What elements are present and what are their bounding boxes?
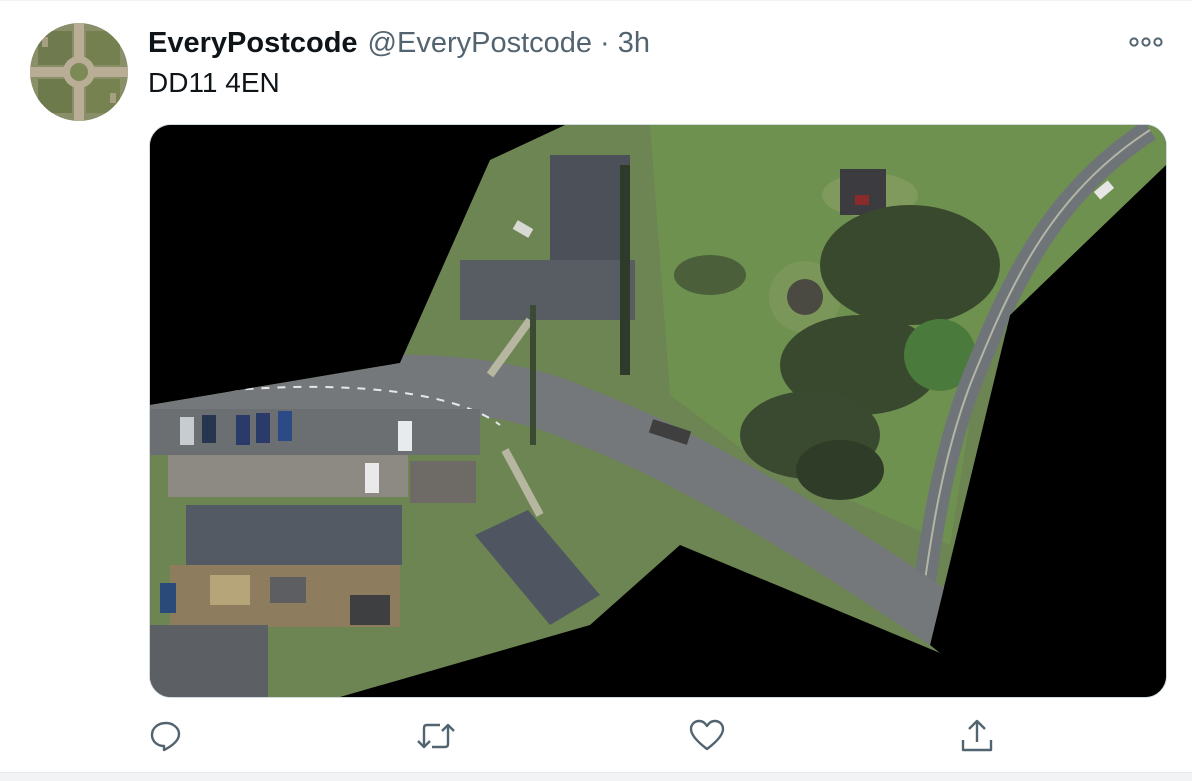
separator-dot: · xyxy=(600,26,610,59)
reply-icon xyxy=(150,721,181,752)
display-name[interactable]: EveryPostcode xyxy=(148,27,358,60)
retweet-button[interactable] xyxy=(414,714,458,758)
timestamp[interactable]: 3h xyxy=(618,27,650,60)
retweet-icon xyxy=(417,723,455,749)
media-image[interactable] xyxy=(149,124,1167,698)
tweet-actions xyxy=(148,714,1164,758)
tweet-card[interactable]: EveryPostcode @EveryPostcode · 3h DD11 4… xyxy=(0,0,1192,773)
tweet-header: EveryPostcode @EveryPostcode · 3h xyxy=(148,25,650,61)
like-button[interactable] xyxy=(685,714,729,758)
share-icon xyxy=(961,719,993,752)
heart-icon xyxy=(689,719,725,751)
reply-button[interactable] xyxy=(144,714,188,758)
more-options-button[interactable] xyxy=(1126,29,1166,55)
avatar-image xyxy=(30,23,128,121)
more-horizontal-icon xyxy=(1129,37,1163,47)
share-button[interactable] xyxy=(955,714,999,758)
avatar[interactable] xyxy=(30,23,128,121)
user-handle[interactable]: @EveryPostcode xyxy=(368,27,592,60)
aerial-map-image xyxy=(150,125,1166,697)
tweet-text: DD11 4EN xyxy=(148,67,280,98)
